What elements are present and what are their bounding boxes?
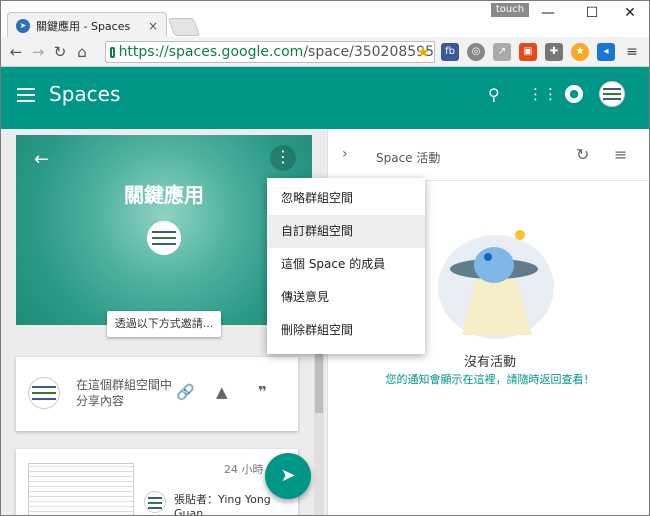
address-bar[interactable]: https://spaces.google.com/space/35020859… [105, 41, 435, 63]
invite-button[interactable]: 透過以下方式邀請... [107, 311, 221, 337]
empty-state-subtitle: 您的通知會顯示在這裡，請隨時返回查看！ [385, 373, 595, 386]
tab-close-icon[interactable]: × [148, 19, 158, 33]
tab-title: 關鍵應用 - Spaces [36, 19, 131, 33]
image-icon[interactable]: ▲ [216, 383, 228, 401]
browser-window: ➤ 關鍵應用 - Spaces × touch — ☐ ✕ ← → ↻ ⌂ ht… [0, 0, 650, 516]
new-tab-button[interactable] [167, 18, 201, 36]
hamburger-menu-icon[interactable] [17, 88, 35, 102]
post-card[interactable]: 24 小時 張貼者：Ying Yong Guan [16, 449, 298, 516]
send-fab-button[interactable]: ➤ [265, 453, 311, 499]
notifications-bell-icon[interactable]: ● [565, 85, 583, 103]
compass-extension-icon[interactable]: ◎ [467, 43, 485, 61]
back-arrow-icon[interactable]: ← [34, 149, 49, 170]
author-avatar [144, 491, 166, 513]
share-composer: 在這個群組空間中分享內容 🔗 ▲ ❞ [16, 357, 298, 431]
activity-header: › Space 活動 ↻ ≡ [328, 129, 649, 181]
composer-avatar [28, 377, 60, 409]
spaces-favicon-icon: ➤ [16, 18, 30, 33]
share-prompt[interactable]: 在這個群組空間中分享內容 [76, 377, 172, 409]
post-timestamp: 24 小時 [224, 463, 264, 476]
search-icon[interactable]: ⚲ [488, 85, 500, 104]
space-options-menu: 忽略群組空間 自訂群組空間 這個 Space 的成員 傳送意見 刪除群組空間 [267, 178, 425, 354]
user-avatar[interactable] [599, 81, 625, 107]
bookmark-star-icon[interactable]: ★ [417, 43, 430, 61]
menu-item-delete-space[interactable]: 刪除群組空間 [267, 314, 425, 347]
close-window-icon[interactable]: ✕ [615, 5, 645, 21]
reload-icon[interactable]: ↻ [49, 43, 71, 61]
menu-item-customize-space[interactable]: 自訂群組空間 [267, 215, 425, 248]
post-author: 張貼者：Ying Yong Guan [174, 493, 271, 516]
scrollbar-thumb[interactable] [315, 353, 323, 413]
url-text: https://spaces.google.com/space/35020859… [118, 44, 434, 60]
space-avatar [147, 221, 181, 255]
touch-label: touch [491, 3, 529, 17]
tab-strip: ➤ 關鍵應用 - Spaces × touch — ☐ ✕ [1, 1, 649, 38]
quote-icon[interactable]: ❞ [258, 383, 267, 401]
ufo-illustration-icon [438, 230, 554, 339]
back-arrow-icon[interactable]: ← [5, 43, 27, 61]
download-extension-icon[interactable]: ◂ [597, 43, 615, 61]
link-icon[interactable]: 🔗 [176, 383, 195, 401]
app-bar: Spaces ⚲ ⋮⋮ ● [1, 67, 649, 129]
menu-item-send-feedback[interactable]: 傳送意見 [267, 281, 425, 314]
home-icon[interactable]: ⌂ [71, 43, 93, 61]
filter-list-icon[interactable]: ≡ [614, 145, 627, 164]
chrome-menu-icon[interactable]: ≡ [623, 43, 641, 61]
post-thumbnail[interactable] [28, 463, 134, 515]
star-extension-icon[interactable]: ★ [571, 43, 589, 61]
refresh-icon[interactable]: ↻ [576, 145, 589, 164]
activity-title: Space 活動 [376, 151, 441, 165]
forward-arrow-icon[interactable]: → [27, 43, 49, 61]
facebook-extension-icon[interactable]: fb [441, 43, 459, 61]
more-options-icon[interactable]: ⋮ [270, 145, 296, 171]
share-extension-icon[interactable]: ↗ [493, 43, 511, 61]
scrollbar[interactable] [314, 329, 324, 515]
apps-grid-icon[interactable]: ⋮⋮ [528, 85, 558, 103]
browser-tab[interactable]: ➤ 關鍵應用 - Spaces × [7, 12, 167, 38]
maximize-icon[interactable]: ☐ [577, 5, 607, 21]
chevron-right-icon[interactable]: › [342, 146, 348, 162]
office-extension-icon[interactable]: ▣ [519, 43, 537, 61]
lock-icon [110, 46, 115, 58]
menu-item-ignore-space[interactable]: 忽略群組空間 [267, 182, 425, 215]
puzzle-extension-icon[interactable]: ✚ [545, 43, 563, 61]
menu-item-space-members[interactable]: 這個 Space 的成員 [267, 248, 425, 281]
app-brand: Spaces [49, 82, 121, 106]
minimize-icon[interactable]: — [533, 5, 563, 21]
